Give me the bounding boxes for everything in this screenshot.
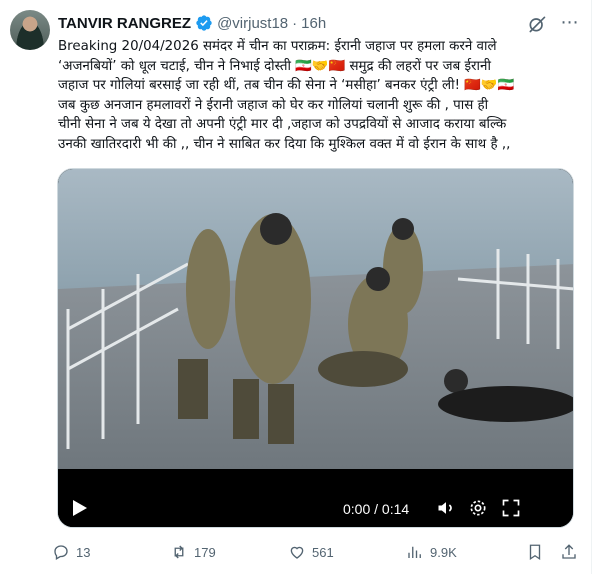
avatar[interactable] — [10, 10, 50, 50]
volume-icon[interactable] — [436, 498, 456, 518]
author-handle[interactable]: @virjust18 — [217, 15, 288, 32]
video-frame — [58, 169, 573, 527]
bookmark-button[interactable] — [526, 540, 544, 564]
views-button[interactable]: 9.9K — [406, 540, 457, 564]
tweet-text-line: ‘अजनबियों’ को धूल चटाई, चीन ने निभाई दोस… — [58, 58, 491, 74]
tweet-text-line: जब कुछ अनजान हमलावरों ने ईरानी जहाज को घ… — [58, 97, 489, 113]
settings-icon[interactable] — [468, 498, 488, 518]
reply-button[interactable]: 13 — [52, 540, 90, 564]
tweet-timestamp[interactable]: 16h — [301, 15, 326, 32]
tweet-text-line: जहाज पर गोलियां बरसाई जा रही थीं, तब चीन… — [58, 78, 515, 93]
repost-button[interactable]: 179 — [170, 540, 216, 564]
share-icon — [562, 544, 576, 559]
play-icon[interactable] — [72, 499, 88, 517]
reply-count: 13 — [76, 544, 91, 560]
share-button[interactable] — [560, 540, 578, 564]
tweet-text-line: उनकी खातिरदारी भी की ,, चीन ने साबित कर … — [58, 136, 511, 152]
tweet-text-line: Breaking 20/04/2026 समंदर में चीन का परा… — [58, 39, 497, 54]
more-options-icon[interactable]: ⋯ — [559, 13, 581, 35]
views-icon — [408, 546, 421, 558]
tweet-text: Breaking 20/04/2026 समंदर में चीन का परा… — [58, 37, 584, 154]
bookmark-icon — [529, 544, 541, 561]
tweet-card[interactable]: TANVIR RANGREZ @virjust18 · 16h ⋯ Breaki… — [0, 0, 592, 574]
author-name[interactable]: TANVIR RANGREZ — [58, 15, 191, 32]
tweet-header: TANVIR RANGREZ @virjust18 · 16h — [58, 13, 326, 33]
repost-icon — [174, 545, 184, 559]
header-separator: · — [292, 14, 298, 32]
heart-icon — [290, 546, 304, 559]
fullscreen-icon[interactable] — [501, 498, 521, 518]
like-button[interactable]: 561 — [288, 540, 334, 564]
repost-count: 179 — [194, 544, 216, 560]
reply-icon — [54, 545, 68, 560]
video-controls: 0:00 / 0:14 — [58, 483, 573, 527]
tweet-text-line: चीनी सेना ने जब ये देखा तो अपनी एंट्री म… — [58, 117, 507, 132]
views-count: 9.9K — [430, 544, 457, 560]
video-player[interactable]: 0:00 / 0:14 — [57, 168, 574, 528]
like-count: 561 — [312, 544, 334, 560]
verified-badge-icon — [196, 15, 212, 31]
video-timecode: 0:00 / 0:14 — [343, 501, 410, 517]
grok-icon[interactable] — [527, 14, 547, 34]
action-bar: 13 179 561 9.9K — [52, 540, 584, 564]
